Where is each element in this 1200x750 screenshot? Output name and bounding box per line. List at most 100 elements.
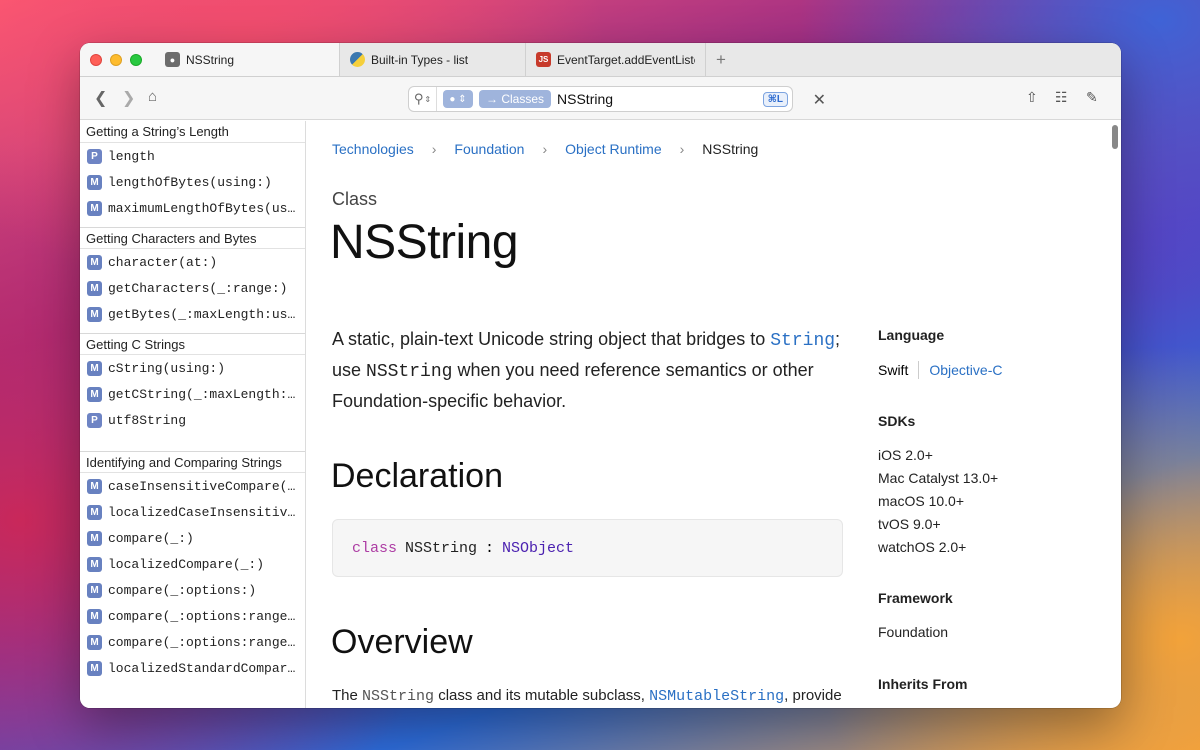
shortcut-badge: ⌘L xyxy=(762,91,788,107)
method-icon: M xyxy=(87,582,102,598)
method-icon: M xyxy=(87,174,102,190)
tab-eventtarget[interactable]: JS EventTarget.addEventListener xyxy=(526,43,706,76)
method-icon: M xyxy=(87,634,102,650)
sidebar-item-label: getCString(_:maxLength:encoding:) xyxy=(108,386,298,402)
sidebar-item[interactable]: Mcompare(_:options:range:locale:) xyxy=(80,629,305,655)
content-area: Getting a String’s Length Plength Mlengt… xyxy=(80,121,1121,708)
inherits-heading: Inherits From xyxy=(878,676,968,692)
sdk-item: Mac Catalyst 13.0+ xyxy=(878,470,999,486)
tab-strip: ● NSString Built-in Types - list JS Even… xyxy=(80,43,1121,77)
tab-title: Built-in Types - list xyxy=(371,52,469,67)
breadcrumb: Technologies › Foundation › Object Runti… xyxy=(332,141,758,157)
sidebar-item[interactable]: McString(using:) xyxy=(80,355,305,381)
sdk-item: tvOS 9.0+ xyxy=(878,516,941,532)
python-icon xyxy=(350,52,365,67)
new-tab-button[interactable]: + xyxy=(706,43,736,76)
method-icon: M xyxy=(87,660,102,676)
method-icon: M xyxy=(87,360,102,376)
method-icon: M xyxy=(87,608,102,624)
sidebar[interactable]: Getting a String’s Length Plength Mlengt… xyxy=(80,121,306,708)
app-window: ● NSString Built-in Types - list JS Even… xyxy=(80,43,1121,708)
sidebar-item[interactable]: Mcompare(_:options:range:) xyxy=(80,603,305,629)
sdks-heading: SDKs xyxy=(878,413,916,429)
sidebar-item-label: caseInsensitiveCompare(_:) xyxy=(108,478,298,494)
sidebar-section-title: Getting C Strings xyxy=(80,333,305,355)
sdk-item: macOS 10.0+ xyxy=(878,493,964,509)
bookmarks-icon[interactable]: ☷ xyxy=(1055,89,1068,106)
sdk-item: watchOS 2.0+ xyxy=(878,539,967,555)
nsmutablestring-link[interactable]: NSMutableString xyxy=(649,688,784,705)
js-icon: JS xyxy=(536,52,551,67)
tab-built-in-types[interactable]: Built-in Types - list xyxy=(340,43,526,76)
search-scope-token[interactable]: → Classes xyxy=(479,90,552,108)
language-objective-c[interactable]: Objective-C xyxy=(929,362,1002,378)
sidebar-item[interactable]: Mcompare(_:options:) xyxy=(80,577,305,603)
sidebar-section-title: Getting a String’s Length xyxy=(80,121,305,143)
tab-title: EventTarget.addEventListener xyxy=(557,52,695,67)
method-icon: M xyxy=(87,386,102,402)
sidebar-item[interactable]: Mcharacter(at:) xyxy=(80,249,305,275)
sidebar-item-label: compare(_:) xyxy=(108,530,194,546)
overview-text-part: The xyxy=(332,687,363,704)
compose-icon[interactable]: ✎ xyxy=(1086,89,1098,106)
code-keyword: class xyxy=(352,539,398,557)
window-controls xyxy=(80,43,155,76)
sidebar-item-label: localizedStandardCompare(_:) xyxy=(108,660,298,676)
zoom-window-button[interactable] xyxy=(130,53,142,66)
back-arrow-icon[interactable]: ❮ xyxy=(94,88,107,108)
close-search-icon[interactable]: ✕ xyxy=(813,90,826,110)
sdk-item: iOS 2.0+ xyxy=(878,447,933,463)
scrollbar-thumb[interactable] xyxy=(1112,125,1118,149)
sidebar-item-label: compare(_:options:) xyxy=(108,582,257,598)
sidebar-item[interactable]: MmaximumLengthOfBytes(using:) xyxy=(80,195,305,221)
sidebar-item[interactable]: MgetCharacters(_:range:) xyxy=(80,275,305,301)
share-icon[interactable]: ⇧ xyxy=(1026,89,1038,106)
breadcrumb-link-object-runtime[interactable]: Object Runtime xyxy=(565,141,661,157)
sidebar-item[interactable]: MlocalizedCaseInsensitiveCompare(_:) xyxy=(80,499,305,525)
sidebar-item-label: utf8String xyxy=(108,412,187,428)
language-swift[interactable]: Swift xyxy=(878,362,908,378)
search-input[interactable]: NSString xyxy=(557,91,763,107)
sidebar-item[interactable]: MlengthOfBytes(using:) xyxy=(80,169,305,195)
property-icon: P xyxy=(87,148,102,164)
sidebar-item-label: character(at:) xyxy=(108,254,218,270)
sidebar-item-label: compare(_:options:range:locale:) xyxy=(108,634,298,650)
sidebar-item[interactable]: McaseInsensitiveCompare(_:) xyxy=(80,473,305,499)
sidebar-item[interactable]: Mcompare(_:) xyxy=(80,525,305,551)
search-bar[interactable]: ⚲ ⇕ ● ⇕ → Classes NSString ⌘L ✕ xyxy=(408,86,826,112)
sidebar-item-label: getCharacters(_:range:) xyxy=(108,280,288,296)
tab-nsstring[interactable]: ● NSString xyxy=(155,43,340,76)
sidebar-item-label: maximumLengthOfBytes(using:) xyxy=(108,200,298,216)
forward-arrow-icon[interactable]: ❯ xyxy=(122,88,135,108)
close-window-button[interactable] xyxy=(90,53,102,66)
breadcrumb-link-technologies[interactable]: Technologies xyxy=(332,141,414,157)
sidebar-item[interactable]: MgetBytes(_:maxLength:usedLength:encodin… xyxy=(80,301,305,327)
superclass-link[interactable]: NSObject xyxy=(502,540,574,557)
sidebar-item[interactable]: MlocalizedStandardCompare(_:) xyxy=(80,655,305,681)
method-icon: M xyxy=(87,478,102,494)
search-icon[interactable]: ⚲ ⇕ xyxy=(409,87,437,111)
sidebar-section-title: Identifying and Comparing Strings xyxy=(80,451,305,473)
documentation-pane[interactable]: Technologies › Foundation › Object Runti… xyxy=(306,121,1121,708)
sidebar-item-label: lengthOfBytes(using:) xyxy=(108,174,272,190)
framework-value: Foundation xyxy=(878,624,949,640)
home-icon[interactable]: ⌂ xyxy=(148,88,157,105)
breadcrumb-link-foundation[interactable]: Foundation xyxy=(454,141,524,157)
property-icon: P xyxy=(87,412,102,428)
breadcrumb-current: NSString xyxy=(702,141,759,157)
method-icon: M xyxy=(87,306,102,322)
sidebar-item[interactable]: Putf8String xyxy=(80,407,305,433)
sidebar-item[interactable]: MgetCString(_:maxLength:encoding:) xyxy=(80,381,305,407)
framework-heading: Framework xyxy=(878,590,953,606)
sidebar-item[interactable]: Plength xyxy=(80,143,305,169)
apple-icon: ● xyxy=(165,52,180,67)
platform-filter-icon[interactable]: ● ⇕ xyxy=(443,90,473,108)
inline-code: NSString xyxy=(362,688,435,705)
sidebar-item[interactable]: MlocalizedCompare(_:) xyxy=(80,551,305,577)
sidebar-item-label: length xyxy=(108,148,155,164)
code-type: NSString xyxy=(405,539,478,557)
tab-title: NSString xyxy=(186,52,235,67)
sidebar-item-label: localizedCaseInsensitiveCompare(_:) xyxy=(108,504,298,520)
string-link[interactable]: String xyxy=(770,331,835,351)
minimize-window-button[interactable] xyxy=(110,53,122,66)
